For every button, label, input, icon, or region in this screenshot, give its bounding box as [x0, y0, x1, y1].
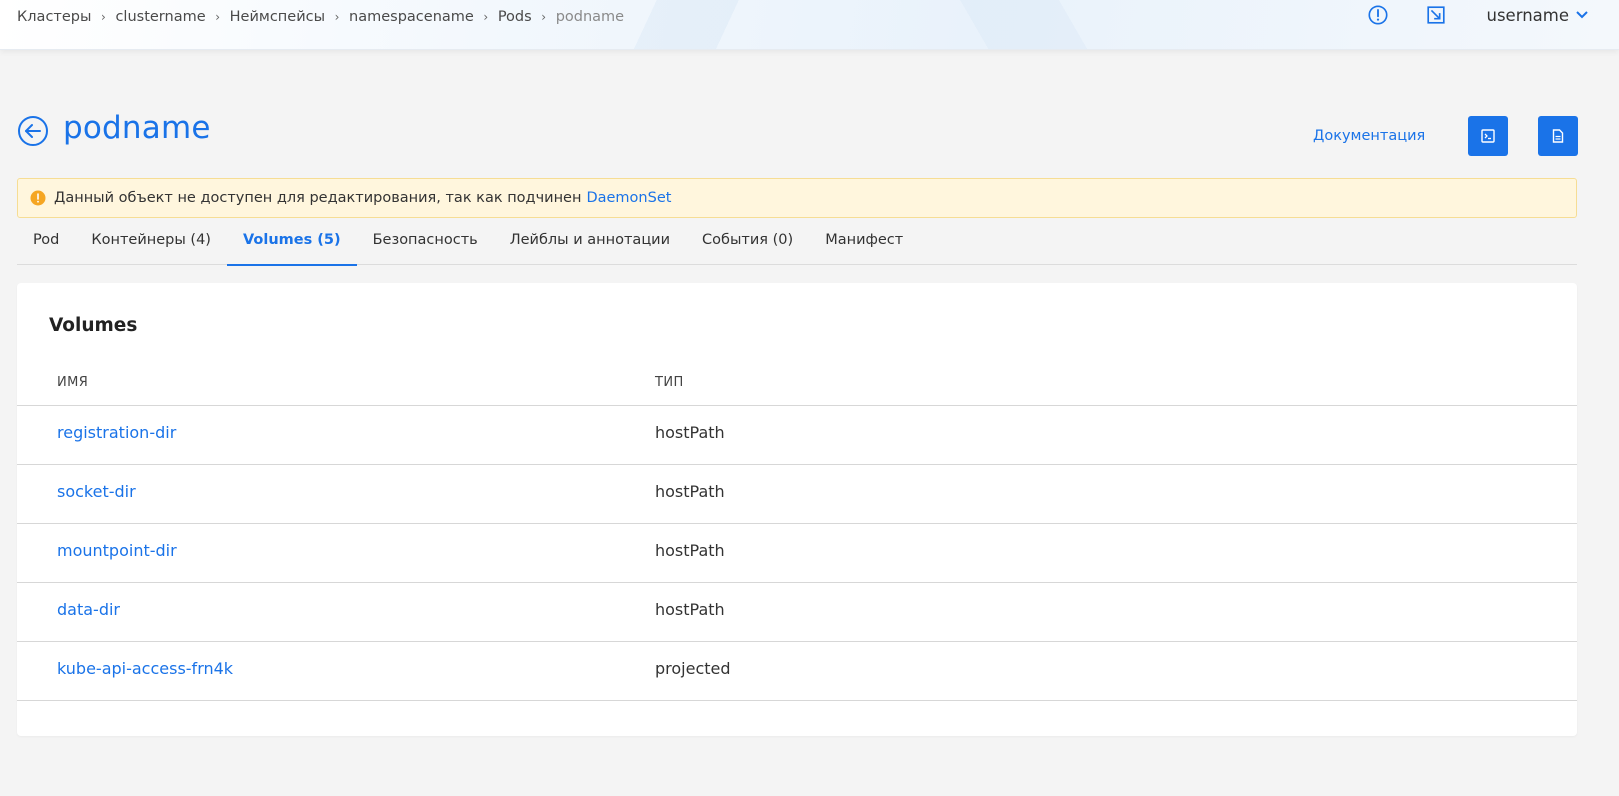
- card-title: Volumes: [49, 315, 138, 336]
- chevron-down-icon: [1576, 11, 1588, 19]
- volumes-table: ИМЯ ТИП registration-dir hostPath socket…: [17, 371, 1577, 701]
- tab-security[interactable]: Безопасность: [357, 226, 494, 265]
- chevron-right-icon: ›: [483, 10, 489, 24]
- chevron-right-icon: ›: [334, 10, 340, 24]
- top-bar: Кластеры › clustername › Неймспейсы › na…: [0, 0, 1619, 50]
- column-header-name[interactable]: ИМЯ: [57, 375, 88, 390]
- open-external-icon[interactable]: [1425, 4, 1447, 26]
- tab-containers[interactable]: Контейнеры (4): [75, 226, 227, 265]
- table-row: registration-dir hostPath: [17, 406, 1577, 465]
- alert-circle-icon[interactable]: [1367, 4, 1389, 26]
- tab-events[interactable]: События (0): [686, 226, 809, 265]
- volume-type: hostPath: [655, 600, 725, 619]
- readonly-warning-banner: Данный объект не доступен для редактиров…: [17, 178, 1577, 218]
- volume-name-link[interactable]: registration-dir: [57, 423, 176, 442]
- table-header: ИМЯ ТИП: [17, 371, 1577, 406]
- breadcrumb: Кластеры › clustername › Неймспейсы › na…: [17, 8, 624, 26]
- chevron-right-icon: ›: [541, 10, 547, 24]
- user-menu[interactable]: username: [1487, 6, 1590, 25]
- breadcrumb-namespaces[interactable]: Неймспейсы: [230, 9, 325, 25]
- breadcrumb-pods[interactable]: Pods: [498, 9, 532, 25]
- tab-pod[interactable]: Pod: [17, 226, 75, 265]
- volume-name-link[interactable]: mountpoint-dir: [57, 541, 177, 560]
- warning-icon: [30, 190, 46, 206]
- file-icon: [1552, 129, 1564, 143]
- column-header-type[interactable]: ТИП: [655, 375, 684, 390]
- manifest-button[interactable]: [1538, 116, 1578, 156]
- table-row: socket-dir hostPath: [17, 465, 1577, 524]
- volume-type: hostPath: [655, 541, 725, 560]
- page-title: podname: [63, 110, 211, 146]
- tab-volumes[interactable]: Volumes (5): [226, 226, 357, 266]
- volume-name-link[interactable]: socket-dir: [57, 482, 136, 501]
- table-row: kube-api-access-frn4k projected: [17, 642, 1577, 701]
- volume-type: hostPath: [655, 423, 725, 442]
- terminal-button[interactable]: [1468, 116, 1508, 156]
- chevron-right-icon: ›: [101, 10, 106, 24]
- breadcrumb-current: podname: [555, 9, 625, 25]
- volume-type: hostPath: [655, 482, 725, 501]
- volume-type: projected: [655, 659, 731, 678]
- page-header: podname Документация: [17, 110, 1588, 156]
- volume-name-link[interactable]: data-dir: [57, 600, 120, 619]
- tab-manifest[interactable]: Манифест: [809, 226, 919, 265]
- breadcrumb-clusters[interactable]: Кластеры: [17, 9, 91, 25]
- breadcrumb-namespace[interactable]: namespacename: [349, 9, 474, 25]
- documentation-link[interactable]: Документация: [1313, 128, 1425, 144]
- tab-labels[interactable]: Лейблы и аннотации: [494, 226, 686, 265]
- banner-daemonset-link[interactable]: DaemonSet: [586, 190, 671, 206]
- username-label: username: [1486, 5, 1570, 25]
- tabs: Pod Контейнеры (4) Volumes (5) Безопасно…: [17, 226, 1577, 266]
- breadcrumb-cluster[interactable]: clustername: [115, 9, 205, 25]
- terminal-icon: [1481, 129, 1495, 143]
- top-right-actions: username: [1367, 4, 1590, 26]
- arrow-left-circle-icon[interactable]: [17, 115, 49, 147]
- banner-text: Данный объект не доступен для редактиров…: [54, 190, 582, 206]
- table-row: mountpoint-dir hostPath: [17, 524, 1577, 583]
- volumes-card: Volumes ИМЯ ТИП registration-dir hostPat…: [17, 283, 1577, 736]
- volume-name-link[interactable]: kube-api-access-frn4k: [57, 659, 233, 678]
- chevron-right-icon: ›: [215, 10, 221, 24]
- table-row: data-dir hostPath: [17, 583, 1577, 642]
